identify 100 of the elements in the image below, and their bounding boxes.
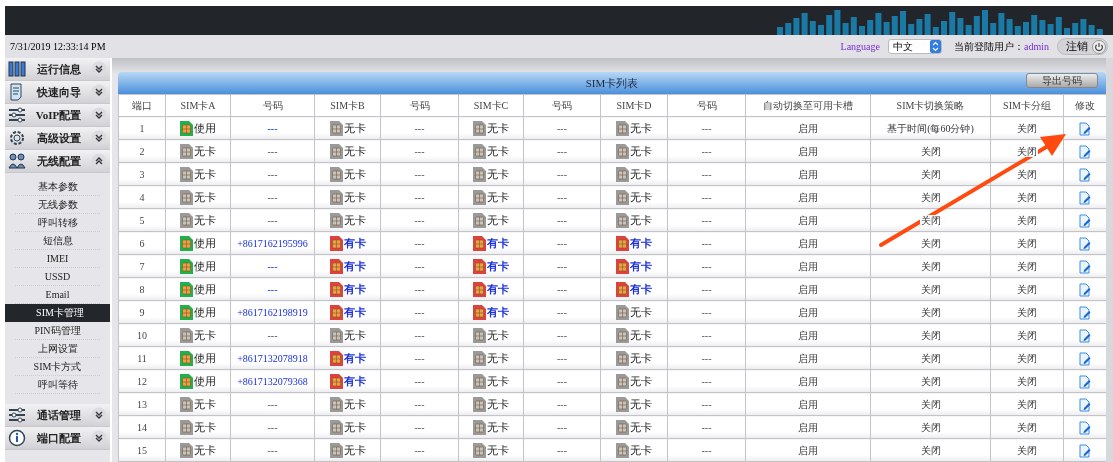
submenu-item[interactable]: PIN码管理: [15, 322, 100, 340]
edit-document-icon: [1079, 374, 1091, 389]
sim-status-text: 有卡: [630, 258, 652, 274]
sidebar-menu-item[interactable]: 通话管理: [5, 404, 110, 427]
sim-status-text: 有卡: [487, 235, 509, 251]
port-cell: 15: [118, 438, 166, 462]
switch-strategy-cell: 基于时间(每60分钟): [870, 116, 991, 140]
column-header: 修改: [1063, 94, 1107, 117]
edit-button[interactable]: [1079, 305, 1091, 320]
port-cell: 2: [118, 139, 166, 163]
edit-button[interactable]: [1079, 443, 1091, 458]
submenu-item[interactable]: 基本参数: [15, 178, 100, 196]
sim-status-text: 无卡: [630, 143, 652, 159]
column-header: 号码: [380, 94, 459, 117]
sidebar-menu-item[interactable]: 高级设置: [5, 127, 110, 150]
edit-document-icon: [1079, 259, 1091, 274]
sim-status-text: 使用: [194, 281, 216, 297]
edit-button[interactable]: [1079, 328, 1091, 343]
sim-status-text: 使用: [194, 258, 216, 274]
edit-button[interactable]: [1079, 374, 1091, 389]
sidebar-menu-item[interactable]: 运行信息: [5, 58, 110, 81]
port-cell: 6: [118, 231, 166, 255]
power-icon: [1092, 39, 1106, 54]
switch-strategy-cell: 关闭: [870, 438, 991, 462]
port-cell: 5: [118, 208, 166, 232]
sim-status-text: 无卡: [487, 166, 509, 182]
submenu-item[interactable]: 呼叫等待: [15, 376, 100, 394]
switch-strategy-cell: 关闭: [870, 346, 991, 370]
sim-status-text: 无卡: [487, 442, 509, 458]
sim-status-text: 无卡: [194, 212, 216, 228]
switch-strategy-cell: 关闭: [870, 277, 991, 301]
sim-status-text: 有卡: [487, 258, 509, 274]
sim-status-text: 无卡: [487, 120, 509, 136]
submenu-item[interactable]: 无线参数: [15, 196, 100, 214]
sim-status-text: 无卡: [487, 143, 509, 159]
edit-button[interactable]: [1079, 144, 1091, 159]
column-header: 端口: [118, 94, 166, 117]
datetime-text: 7/31/2019 12:33:14 PM: [10, 40, 106, 54]
port-cell: 11: [118, 346, 166, 370]
port-cell: 13: [118, 392, 166, 416]
edit-button[interactable]: [1079, 167, 1091, 182]
column-header: SIM卡B: [314, 94, 381, 117]
edit-document-icon: [1079, 420, 1091, 435]
edit-document-icon: [1079, 443, 1091, 458]
switch-strategy-cell: 关闭: [870, 254, 991, 278]
port-cell: 14: [118, 415, 166, 439]
submenu-item[interactable]: 上网设置: [15, 340, 100, 358]
edit-document-icon: [1079, 397, 1091, 412]
sim-status-text: 无卡: [343, 166, 366, 182]
info-icon: [8, 429, 26, 447]
submenu-item[interactable]: SIM卡管理: [5, 304, 110, 322]
sim-status-text: 无卡: [630, 120, 652, 136]
sim-status-text: 使用: [194, 120, 216, 136]
port-cell: 1: [118, 116, 166, 140]
edit-document-icon: [1079, 236, 1091, 251]
sidebar-menu-item[interactable]: 端口配置: [5, 427, 110, 450]
auto-switch-cell: 启用: [745, 369, 871, 393]
sim-status-text: 无卡: [630, 350, 652, 366]
sliders-icon: [8, 106, 26, 124]
edit-button[interactable]: [1079, 397, 1091, 412]
table-title: SIM卡列表: [585, 75, 639, 91]
sidebar-menu-item[interactable]: 无线配置: [5, 150, 110, 173]
submenu-item[interactable]: SIM卡方式: [15, 358, 100, 376]
edit-button[interactable]: [1079, 351, 1091, 366]
auto-switch-cell: 启用: [745, 346, 871, 370]
sim-status-text: 有卡: [630, 235, 652, 251]
submenu-item[interactable]: IMEI: [15, 250, 100, 268]
sim-status-text: 无卡: [343, 396, 366, 412]
port-cell: 9: [118, 300, 166, 324]
auto-switch-cell: 启用: [745, 300, 871, 324]
sim-status-text: 有卡: [343, 235, 366, 251]
sim-status-text: 无卡: [194, 419, 216, 435]
edit-button[interactable]: [1079, 259, 1091, 274]
sim-status-text: 无卡: [487, 212, 509, 228]
sim-status-text: 无卡: [194, 327, 216, 343]
submenu-item[interactable]: 短信息: [15, 232, 100, 250]
settings-icon: [8, 129, 26, 147]
submenu-item[interactable]: USSD: [15, 268, 100, 286]
column-header: SIM卡C: [458, 94, 524, 117]
edit-button[interactable]: [1079, 420, 1091, 435]
auto-switch-cell: 启用: [745, 162, 871, 186]
sim-status-text: 无卡: [343, 143, 366, 159]
port-cell: 7: [118, 254, 166, 278]
sim-status-text: 无卡: [630, 442, 652, 458]
language-select[interactable]: 中文: [888, 39, 942, 54]
logout-button[interactable]: 注销: [1057, 38, 1108, 55]
edit-button[interactable]: [1079, 213, 1091, 228]
sidebar-menu-item[interactable]: 快速向导: [5, 81, 110, 104]
sidebar-menu-item[interactable]: VoIP配置: [5, 104, 110, 127]
sim-status-text: 无卡: [194, 396, 216, 412]
column-header: SIM卡D: [600, 94, 668, 117]
sim-status-text: 无卡: [343, 120, 366, 136]
export-button[interactable]: 导出号码: [1026, 73, 1098, 88]
edit-button[interactable]: [1079, 190, 1091, 205]
sim-status-text: 使用: [194, 373, 216, 389]
people-icon: [8, 152, 26, 170]
edit-button[interactable]: [1079, 282, 1091, 297]
edit-button[interactable]: [1079, 236, 1091, 251]
submenu-item[interactable]: 呼叫转移: [15, 214, 100, 232]
edit-button[interactable]: [1079, 121, 1091, 136]
